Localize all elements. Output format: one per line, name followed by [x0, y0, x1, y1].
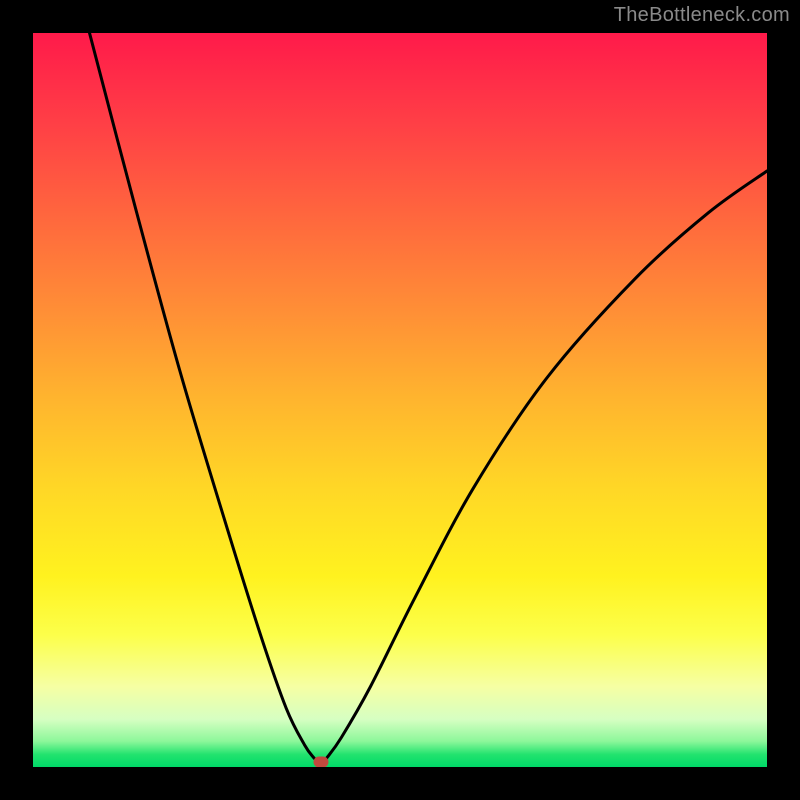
bottleneck-curve [33, 33, 767, 767]
watermark-text: TheBottleneck.com [614, 4, 790, 27]
plot-area [33, 33, 767, 767]
curve-right-branch [327, 171, 767, 758]
outer-frame: TheBottleneck.com [0, 0, 800, 800]
curve-left-branch [90, 33, 315, 758]
minimum-marker [313, 756, 328, 767]
